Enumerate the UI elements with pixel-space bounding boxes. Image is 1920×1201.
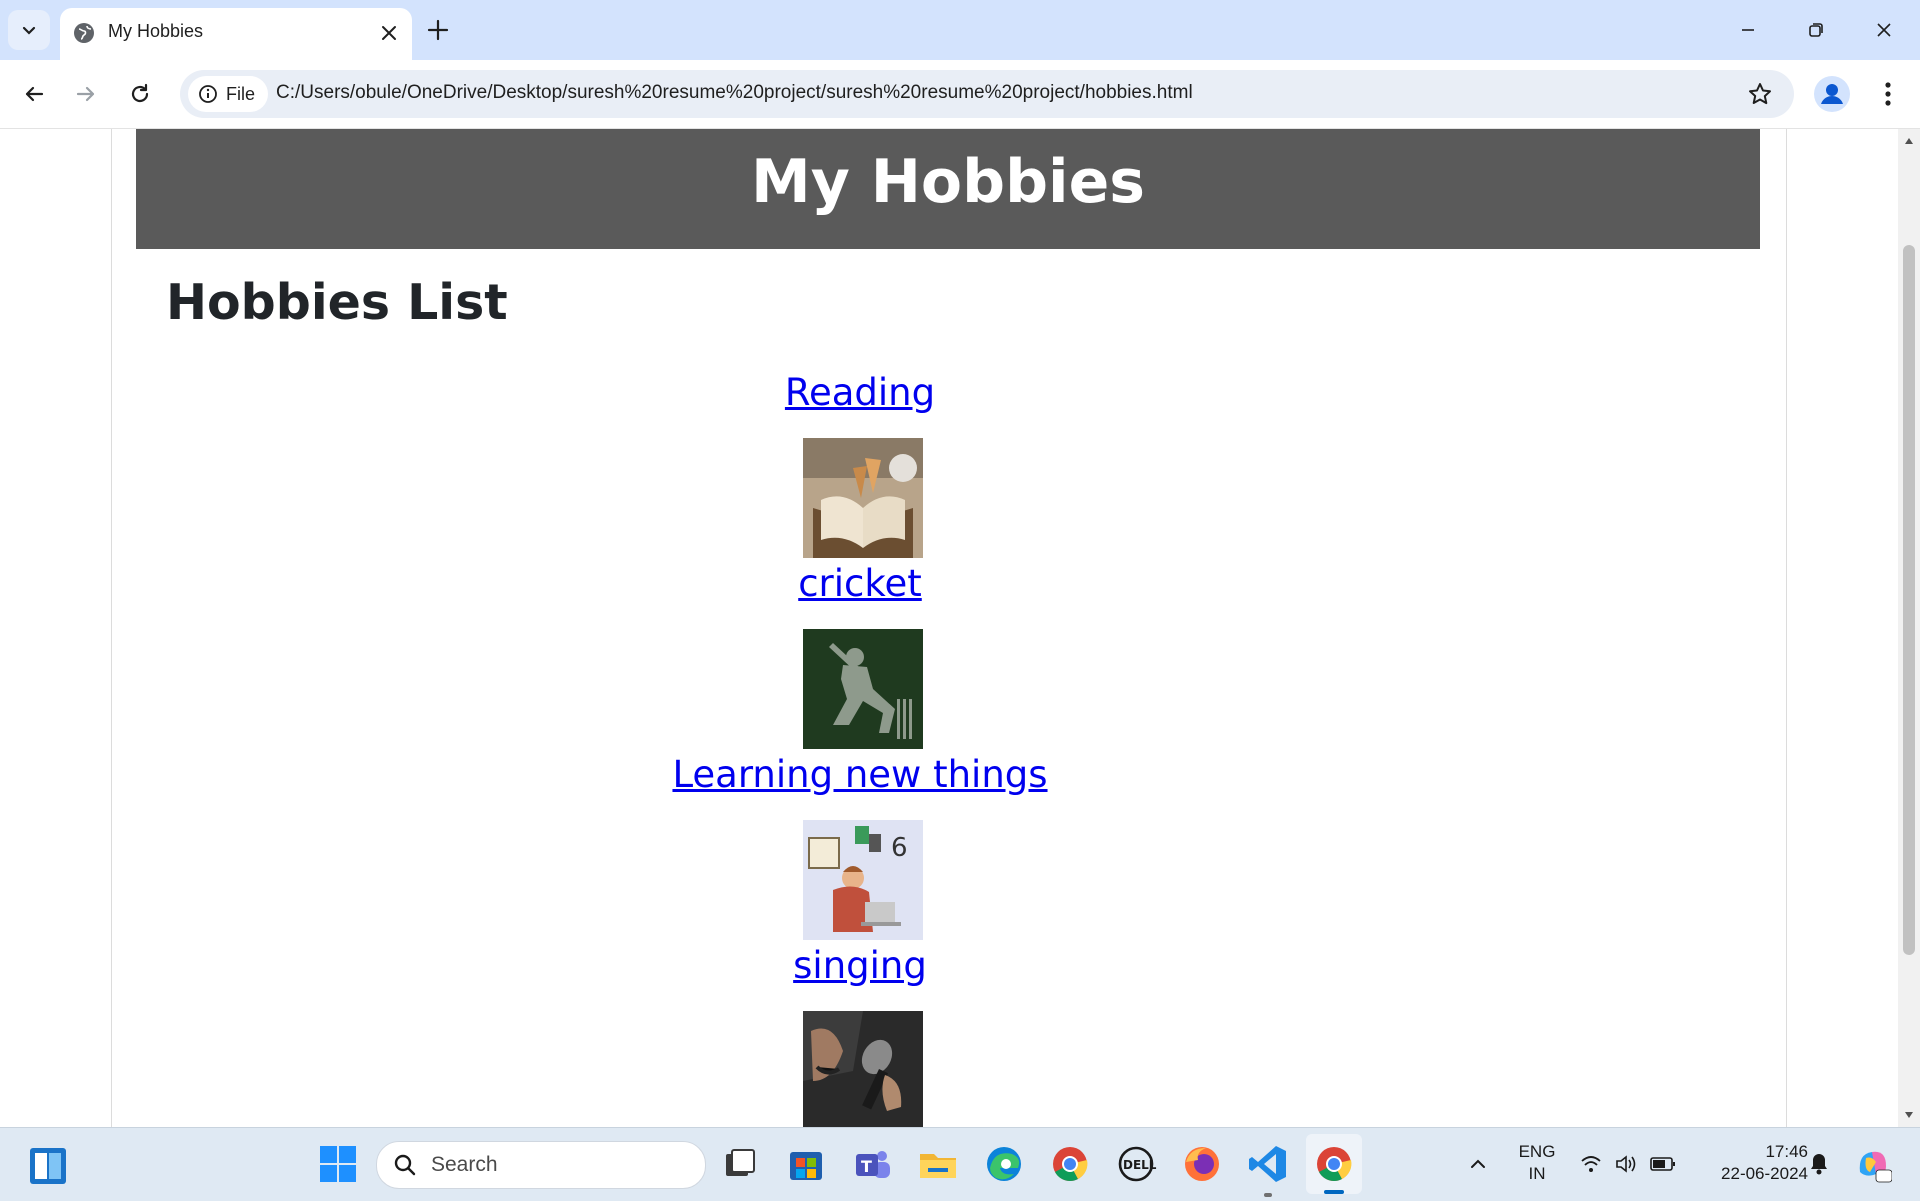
- info-icon: [199, 85, 217, 103]
- browser-tab-strip: My Hobbies: [0, 0, 1920, 60]
- clock[interactable]: 17:46 22-06-2024: [1690, 1140, 1808, 1188]
- cricket-batsman-image: [803, 629, 923, 749]
- singing-microphone-image: [803, 1011, 923, 1127]
- taskbar-search-box[interactable]: Search: [376, 1141, 706, 1189]
- bookmark-star-icon[interactable]: [1746, 80, 1774, 108]
- language-indicator[interactable]: ENG IN: [1510, 1140, 1564, 1188]
- scroll-up-arrow-icon[interactable]: [1904, 137, 1914, 145]
- chrome-icon[interactable]: [1048, 1142, 1092, 1186]
- chrome-active-app-highlight[interactable]: [1306, 1134, 1362, 1194]
- new-tab-plus-icon[interactable]: [424, 16, 452, 44]
- firefox-icon[interactable]: [1180, 1142, 1224, 1186]
- close-icon[interactable]: [378, 22, 400, 44]
- page-viewport: My Hobbies Hobbies List Reading cricket: [0, 129, 1898, 1127]
- reload-button[interactable]: [122, 76, 158, 112]
- windows-start-icon[interactable]: [316, 1142, 360, 1186]
- browser-menu-button[interactable]: [1870, 76, 1906, 112]
- arrow-right-icon: [76, 86, 95, 102]
- battery-icon[interactable]: [1650, 1154, 1676, 1174]
- language-code: ENG: [1518, 1142, 1556, 1161]
- restore-icon: [1809, 23, 1823, 37]
- hobby-link-reading[interactable]: Reading: [0, 371, 1720, 414]
- tab-title: My Hobbies: [108, 21, 204, 41]
- active-app-indicator: [1324, 1190, 1344, 1194]
- minimize-button[interactable]: [1732, 14, 1764, 46]
- svg-text:6: 6: [891, 833, 908, 863]
- chevron-up-icon[interactable]: [1468, 1154, 1488, 1174]
- clock-date: 22-06-2024: [1721, 1164, 1808, 1183]
- profile-avatar-icon[interactable]: [1812, 74, 1852, 114]
- widgets-icon[interactable]: [26, 1144, 70, 1188]
- arrow-left-icon: [25, 86, 44, 102]
- url-text[interactable]: C:/Users/obule/OneDrive/Desktop/suresh%2…: [276, 82, 1193, 104]
- reading-book-image: [803, 438, 923, 558]
- teams-icon[interactable]: T: [850, 1142, 894, 1186]
- reload-icon: [131, 83, 149, 103]
- chrome-icon: [1317, 1147, 1352, 1181]
- tab-search-button[interactable]: [8, 10, 50, 50]
- site-info-chip[interactable]: File: [188, 76, 268, 112]
- vscode-running-indicator: [1264, 1193, 1272, 1197]
- windows-taskbar: Search T DELL ENG IN 17:46 22-06-2024: [0, 1127, 1920, 1201]
- site-chip-label: File: [226, 84, 256, 104]
- volume-icon[interactable]: [1614, 1153, 1638, 1175]
- hobby-link-cricket[interactable]: cricket: [0, 562, 1720, 605]
- language-region: IN: [1528, 1164, 1546, 1183]
- section-title: Hobbies List: [166, 274, 508, 331]
- hobby-link-singing[interactable]: singing: [0, 944, 1720, 987]
- active-tab[interactable]: My Hobbies: [60, 8, 412, 60]
- globe-icon: [74, 23, 94, 43]
- page-header: My Hobbies: [136, 129, 1760, 249]
- hobby-link-learning-new-things[interactable]: Learning new things: [0, 753, 1720, 796]
- microsoft-store-icon[interactable]: [784, 1142, 828, 1186]
- browser-toolbar: File C:/Users/obule/OneDrive/Desktop/sur…: [0, 60, 1920, 129]
- page-scrollbar[interactable]: [1898, 129, 1920, 1127]
- taskbar-search-label: Search: [431, 1153, 498, 1176]
- back-button[interactable]: [16, 76, 52, 112]
- window-close-button[interactable]: [1868, 14, 1900, 46]
- address-bar[interactable]: File C:/Users/obule/OneDrive/Desktop/sur…: [180, 70, 1794, 118]
- dell-icon[interactable]: DELL: [1114, 1142, 1158, 1186]
- copilot-icon[interactable]: [1852, 1144, 1892, 1184]
- svg-text:T: T: [861, 1157, 872, 1176]
- close-icon: [1877, 23, 1891, 37]
- file-explorer-icon[interactable]: [916, 1142, 960, 1186]
- page-title: My Hobbies: [750, 147, 1145, 217]
- learning-laptop-image: 6: [803, 820, 923, 940]
- wifi-icon[interactable]: [1580, 1153, 1602, 1175]
- scroll-down-arrow-icon[interactable]: [1904, 1111, 1914, 1119]
- search-icon: [394, 1154, 416, 1176]
- restore-button[interactable]: [1800, 14, 1832, 46]
- minimize-icon: [1742, 29, 1754, 31]
- forward-button[interactable]: [68, 76, 104, 112]
- svg-text:DELL: DELL: [1123, 1158, 1157, 1172]
- more-vertical-icon: [1885, 82, 1891, 106]
- edge-browser-icon[interactable]: [982, 1142, 1026, 1186]
- notification-bell-icon[interactable]: [1808, 1152, 1830, 1176]
- chevron-down-icon: [22, 26, 36, 35]
- task-view-icon[interactable]: [718, 1142, 762, 1186]
- scroll-thumb[interactable]: [1903, 245, 1915, 955]
- vscode-icon[interactable]: [1246, 1142, 1290, 1186]
- clock-time: 17:46: [1765, 1142, 1808, 1161]
